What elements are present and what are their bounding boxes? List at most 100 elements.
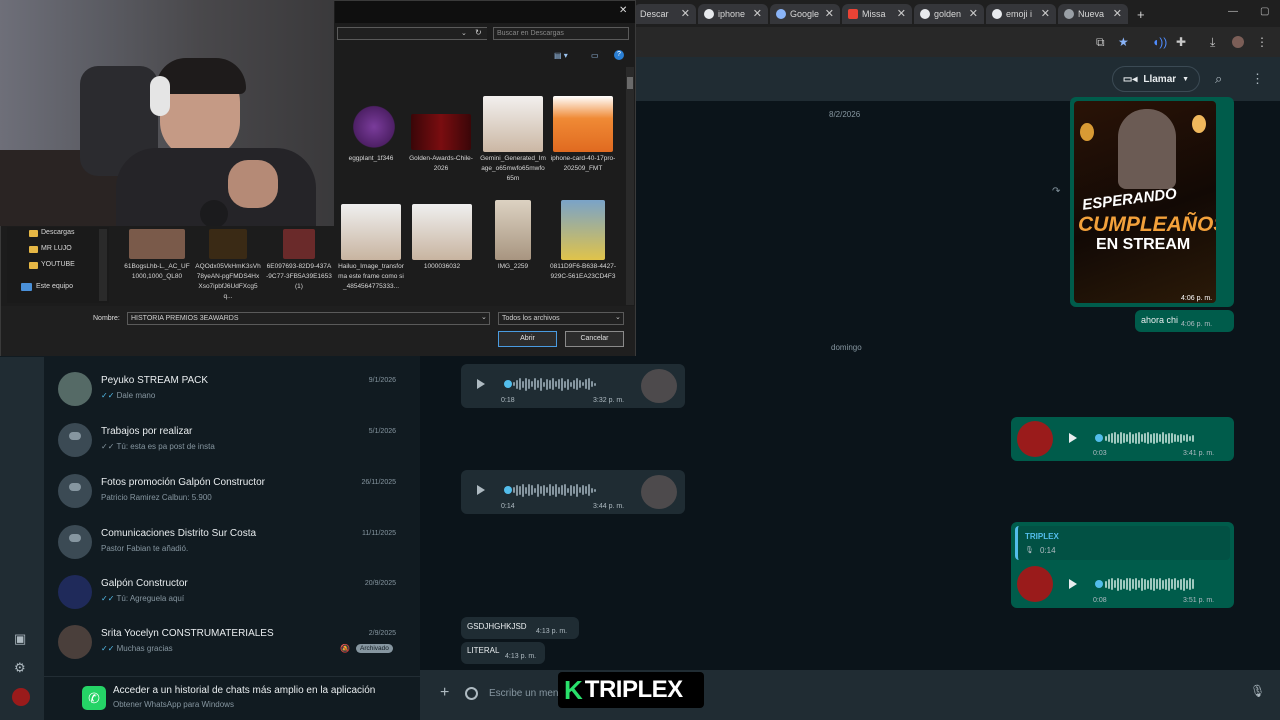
sender-avatar[interactable] [1017, 566, 1053, 602]
play-icon[interactable] [477, 379, 485, 389]
file-name[interactable]: 0811D9F6-B638-4427-929C-561EA23CD4F3 [550, 262, 616, 282]
search-input[interactable]: Buscar en Descargas [493, 27, 629, 40]
microphone-icon[interactable]: 🎙 [1250, 684, 1265, 698]
reply-quote[interactable]: TRIPLEX 🎙 0:14 [1015, 526, 1230, 560]
file-thumbnail[interactable] [341, 96, 401, 152]
chevron-down-icon[interactable]: ⌄ [615, 313, 621, 321]
close-tab-icon[interactable]: ✕ [753, 7, 762, 20]
close-tab-icon[interactable]: ✕ [969, 7, 978, 20]
settings-gear-icon[interactable]: ⚙ [14, 660, 26, 676]
maximize-icon[interactable]: ▢ [1260, 6, 1269, 17]
playhead-dot[interactable] [1095, 580, 1103, 588]
promo-subtitle[interactable]: Obtener WhatsApp para Windows [113, 700, 234, 709]
browser-tab[interactable]: golden ✕ [914, 4, 984, 24]
preview-pane-icon[interactable]: ▭ [591, 51, 599, 60]
voice-message-in[interactable]: 0:18 3:32 p. m. [461, 364, 685, 408]
text-message-in[interactable]: GSDJHGHKJSD 4:13 p. m. [461, 617, 579, 639]
file-thumbnail[interactable] [129, 229, 185, 259]
file-name[interactable]: iphone-card-40-17pro-202509_FMT [550, 154, 616, 174]
file-name[interactable]: 6E097693-82D9-437A-9C77-3FB5A39E1653 (1) [266, 262, 332, 292]
voice-message-in[interactable]: 0:14 3:44 p. m. [461, 470, 685, 514]
browser-tab[interactable]: Descar ✕ [634, 4, 696, 24]
audio-waveform[interactable] [513, 377, 596, 391]
close-tab-icon[interactable]: ✕ [1041, 7, 1050, 20]
text-message-in[interactable]: LITERAL 4:13 p. m. [461, 642, 545, 664]
cancel-button[interactable]: Cancelar [565, 331, 624, 347]
browser-tab[interactable]: emoji i ✕ [986, 4, 1056, 24]
chat-list-item[interactable]: Galpón Constructor ✓✓ Tú: Agreguela aquí… [44, 567, 420, 617]
emoji-icon[interactable] [465, 687, 478, 700]
minimize-icon[interactable]: — [1228, 6, 1238, 17]
bookmark-star-icon[interactable]: ★ [1118, 35, 1129, 49]
chevron-down-icon[interactable]: ⌄ [461, 29, 467, 37]
forward-icon[interactable]: ↷ [1052, 186, 1060, 197]
file-thumbnail[interactable] [495, 200, 531, 260]
sender-avatar[interactable] [641, 475, 677, 509]
sender-avatar[interactable] [641, 369, 677, 403]
browser-tab[interactable]: Missa ✕ [842, 4, 912, 24]
file-name[interactable]: Golden-Awards-Chile-2026 [408, 154, 474, 174]
scrollbar[interactable] [99, 229, 107, 301]
close-icon[interactable]: ✕ [619, 5, 627, 16]
browser-tab[interactable]: Google ✕ [770, 4, 840, 24]
scrollbar[interactable] [626, 67, 634, 305]
tree-item[interactable]: Este equipo [36, 283, 73, 290]
help-icon[interactable]: ? [614, 50, 624, 60]
file-thumbnail[interactable] [553, 96, 613, 152]
media-icon[interactable]: ▣ [14, 631, 26, 647]
desktop-app-promo[interactable]: ✆ Acceder a un historial de chats más am… [44, 676, 420, 720]
audio-waveform[interactable] [513, 483, 596, 497]
audio-waveform[interactable] [1105, 577, 1194, 591]
file-name[interactable]: AQOdx05VkHmK3sVh78yeAN-pgFMDS4HxXso7ipbf… [195, 262, 261, 302]
profile-avatar[interactable] [1232, 36, 1244, 48]
browser-tab[interactable]: Nueva ✕ [1058, 4, 1128, 24]
file-thumbnail[interactable] [341, 204, 401, 260]
playhead-dot[interactable] [504, 380, 512, 388]
file-name[interactable]: 1000036032 [409, 262, 475, 272]
tree-item[interactable]: Descargas [41, 229, 74, 236]
filename-input[interactable]: HISTORIA PREMIOS 3EAWARDS [127, 312, 490, 325]
audio-waveform[interactable] [1105, 431, 1194, 445]
play-icon[interactable] [1069, 433, 1077, 443]
file-thumbnail[interactable] [209, 229, 247, 259]
playhead-dot[interactable] [504, 486, 512, 494]
play-icon[interactable] [1069, 579, 1077, 589]
playhead-dot[interactable] [1095, 434, 1103, 442]
tree-item[interactable]: MR LUJO [41, 245, 72, 252]
refresh-icon[interactable]: ↻ [475, 28, 482, 37]
file-thumbnail[interactable] [283, 229, 315, 259]
birthday-poster-image[interactable]: ESPERANDO CUMPLEAÑOS EN STREAM [1074, 101, 1216, 303]
file-name[interactable]: IMG_2259 [480, 262, 546, 272]
browser-tab[interactable]: iphone ✕ [698, 4, 768, 24]
search-icon[interactable]: ⌕ [1215, 71, 1222, 87]
file-thumbnail[interactable] [411, 114, 471, 150]
audio-icon[interactable]: ◖)) [1152, 35, 1167, 49]
chevron-down-icon[interactable]: ⌄ [481, 313, 487, 321]
file-type-select[interactable]: Todos los archivos [498, 312, 624, 325]
chat-list-item[interactable]: Peyuko STREAM PACK ✓✓ Dale mano 9/1/2026 [44, 364, 420, 414]
file-name[interactable]: eggplant_1f346 [338, 154, 404, 164]
chat-list-item[interactable]: Fotos promoción Galpón Constructor Patri… [44, 466, 420, 516]
message-input[interactable]: Escribe un men [489, 688, 558, 699]
file-name[interactable]: 61BogsLhb-L._AC_UF1000,1000_QL80 [124, 262, 190, 282]
close-tab-icon[interactable]: ✕ [825, 7, 834, 20]
cast-icon[interactable]: ⧉ [1096, 35, 1105, 50]
file-thumbnail[interactable] [561, 200, 605, 260]
download-icon[interactable]: ⤓ [1210, 35, 1215, 50]
view-options-icon[interactable]: ▤ ▾ [554, 51, 568, 60]
text-message-out[interactable]: ahora chi 4:06 p. m. [1135, 310, 1234, 332]
file-name[interactable]: Gemini_Generated_Image_o65mwfo65mwfo65m [480, 154, 546, 184]
close-tab-icon[interactable]: ✕ [897, 7, 906, 20]
chat-list-item[interactable]: Trabajos por realizar ✓✓ Tú: esta es pa … [44, 415, 420, 465]
chat-list-item[interactable]: Comunicaciones Distrito Sur Costa Pastor… [44, 517, 420, 567]
extensions-icon[interactable]: ✚ [1176, 35, 1186, 49]
menu-kebab-icon[interactable]: ⋮ [1256, 35, 1268, 49]
close-tab-icon[interactable]: ✕ [681, 7, 690, 20]
close-tab-icon[interactable]: ✕ [1113, 7, 1122, 20]
open-button[interactable]: Abrir [498, 331, 557, 347]
file-thumbnail[interactable] [412, 204, 472, 260]
menu-kebab-icon[interactable]: ⋮ [1251, 71, 1264, 87]
tree-item[interactable]: YOUTUBE [41, 261, 75, 268]
voice-message-out[interactable]: 0:03 3:41 p. m. [1011, 417, 1234, 461]
file-name[interactable]: Hailuo_Image_transforma este frame como … [338, 262, 404, 292]
